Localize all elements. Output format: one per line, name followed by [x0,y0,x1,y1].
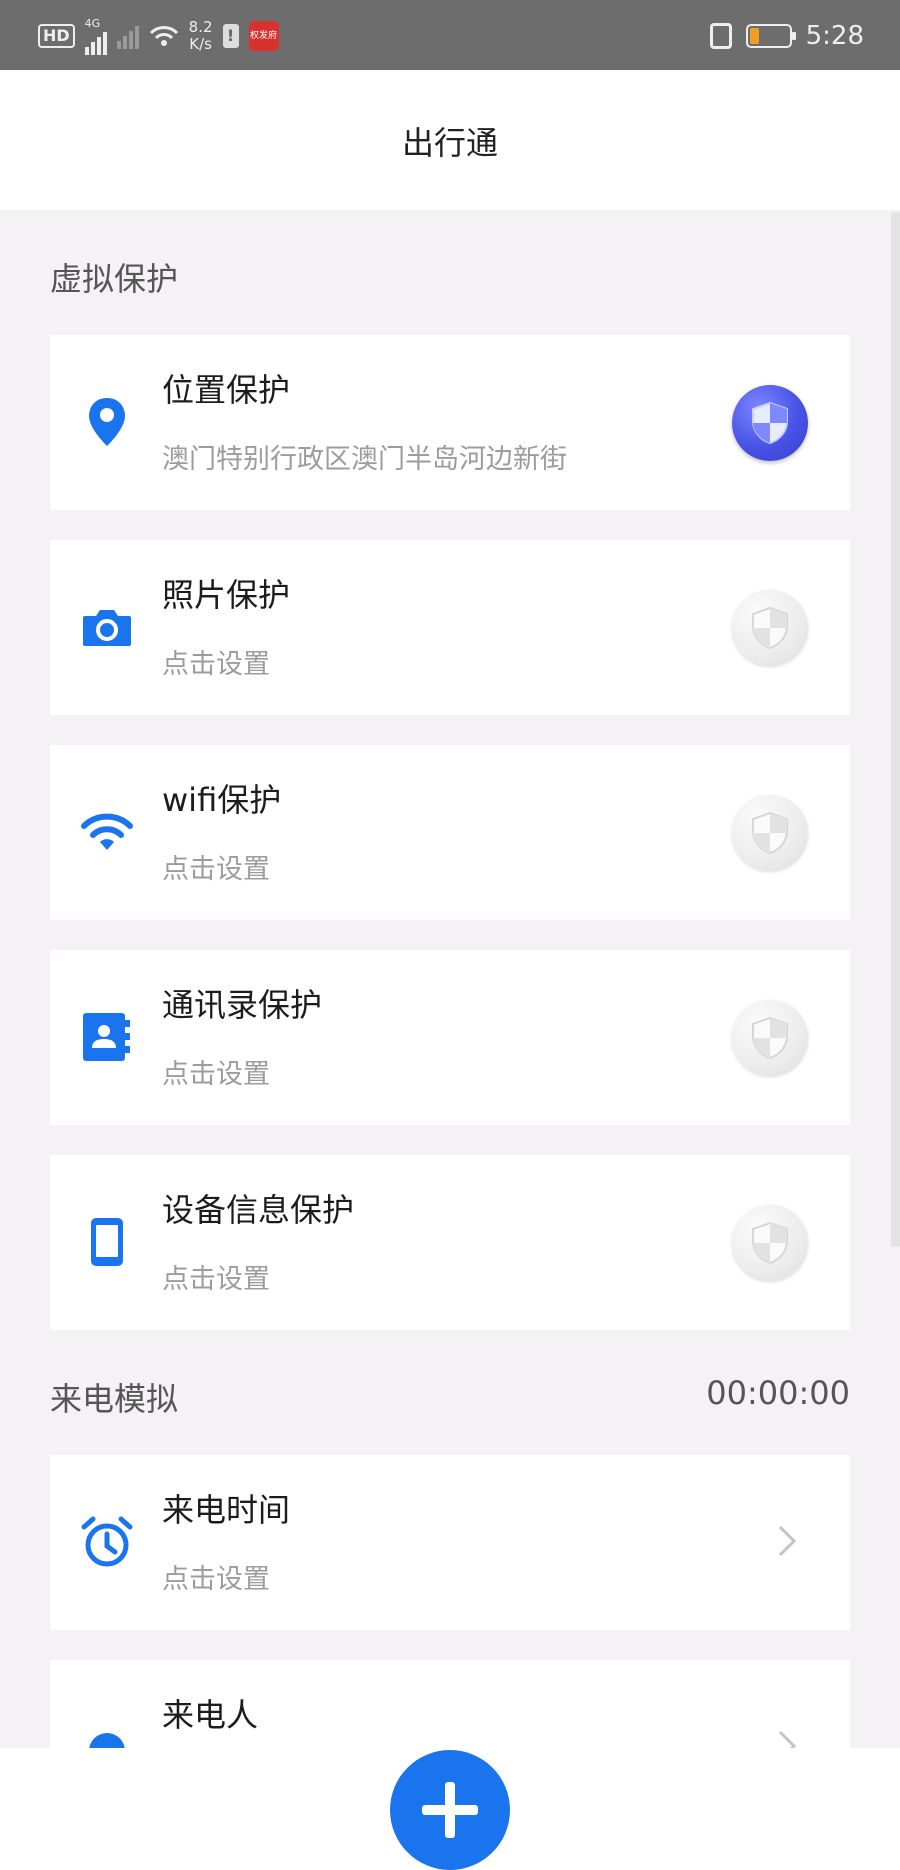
shield-icon [752,811,788,855]
wifi-icon [78,803,136,861]
item-title: wifi保护 [162,781,282,819]
item-subtitle: 点击设置 [162,854,270,885]
protection-item-contacts[interactable]: 通讯录保护 点击设置 [50,950,850,1125]
item-subtitle: 点击设置 [162,649,270,680]
shield-icon [752,401,788,445]
battery-icon [745,24,796,48]
clock: 5:28 [805,21,864,51]
shield-toggle-off[interactable] [732,795,808,871]
alert-icon: ! [222,24,239,48]
camera-icon [78,598,136,656]
shield-icon [752,1016,788,1060]
protection-item-device[interactable]: 设备信息保护 点击设置 [50,1155,850,1330]
shield-toggle-off[interactable] [732,1000,808,1076]
item-title: 来电时间 [162,1491,291,1529]
hd-indicator: HD [38,24,75,48]
vibrate-icon [709,23,732,49]
signal-icon [84,29,107,55]
chevron-right-icon [778,1525,797,1557]
item-title: 照片保护 [162,576,291,614]
item-subtitle: 澳门特别行政区澳门半岛河边新街 [162,444,567,475]
wifi-status-icon [149,26,178,46]
shield-toggle-on[interactable] [732,385,808,461]
section-title-call: 来电模拟 [50,1380,179,1418]
location-pin-icon [78,393,136,451]
page-title: 出行通 [401,124,498,162]
network-speed: 8.2 K/s [188,18,213,53]
plus-icon [422,1782,478,1838]
shield-toggle-off[interactable] [732,590,808,666]
item-title: 通讯录保护 [162,986,323,1024]
protection-item-wifi[interactable]: wifi保护 点击设置 [50,745,850,920]
item-subtitle: 点击设置 [162,1564,270,1595]
app-notification-icon: 权发府 [248,21,279,51]
protection-item-location[interactable]: 位置保护 澳门特别行政区澳门半岛河边新街 [50,335,850,510]
shield-icon [752,1221,788,1265]
app-header: 出行通 [0,70,900,210]
signal-2-icon [116,23,139,49]
item-subtitle: 点击设置 [162,1059,270,1090]
alarm-clock-icon [78,1513,136,1571]
network-type-label: 4G [84,16,101,30]
add-button[interactable] [390,1750,510,1870]
item-subtitle: 点击设置 [162,1264,270,1295]
item-title: 位置保护 [162,371,291,409]
shield-icon [752,606,788,650]
item-title: 来电人 [162,1696,259,1734]
shield-toggle-off[interactable] [732,1205,808,1281]
status-bar: HD 4G 8.2 K/s ! 权发府 5:28 [0,0,900,70]
contacts-icon [78,1008,136,1066]
item-title: 设备信息保护 [162,1191,355,1229]
section-title-protection: 虚拟保护 [50,260,179,298]
scrollbar[interactable] [891,212,900,1247]
phone-device-icon [78,1213,136,1271]
call-timer: 00:00:00 [706,1374,850,1412]
call-item-time[interactable]: 来电时间 点击设置 [50,1455,850,1630]
protection-item-photo[interactable]: 照片保护 点击设置 [50,540,850,715]
